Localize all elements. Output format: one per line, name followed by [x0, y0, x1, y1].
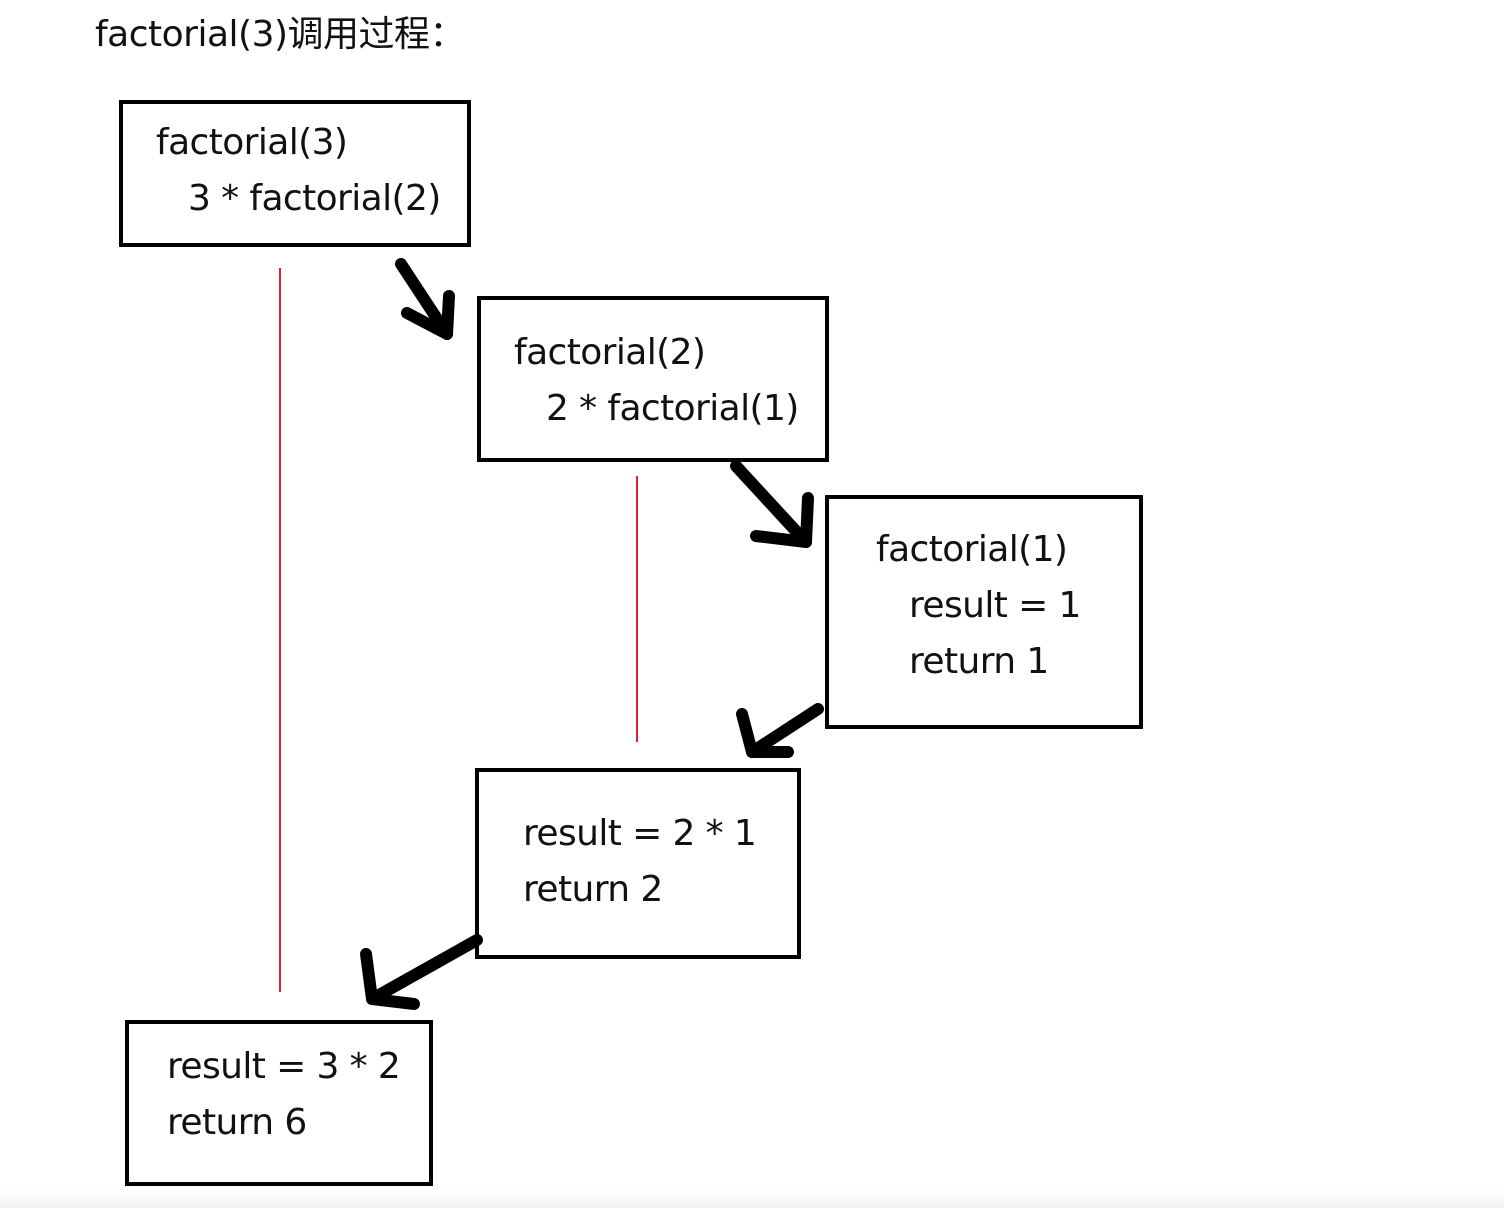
- frame-line: return 1: [909, 641, 1049, 682]
- return-arrow-1-to-2: [736, 703, 824, 758]
- frame-line: factorial(1): [876, 529, 1068, 570]
- call-frame-factorial-3: factorial(3) 3 * factorial(2): [119, 100, 471, 247]
- call-frame-factorial-1: factorial(1) result = 1 return 1: [825, 495, 1143, 729]
- call-arrow-3-to-2: [395, 258, 455, 340]
- frame-line: result = 1: [909, 585, 1081, 626]
- diagram-title: factorial(3)调用过程：: [95, 14, 466, 55]
- frame-line: result = 2 * 1: [523, 813, 757, 854]
- frame-line: 3 * factorial(2): [188, 178, 441, 219]
- bottom-edge-strip: [0, 1190, 1504, 1208]
- call-arrow-2-to-1: [730, 460, 814, 548]
- return-frame-result-2: result = 2 * 1 return 2: [475, 768, 801, 959]
- call-frame-factorial-2: factorial(2) 2 * factorial(1): [477, 296, 829, 462]
- frame-line: result = 3 * 2: [167, 1046, 401, 1087]
- frame-line: factorial(3): [156, 122, 348, 163]
- frame-line: factorial(2): [514, 332, 706, 373]
- frame-line: return 2: [523, 869, 663, 910]
- return-frame-result-6: result = 3 * 2 return 6: [125, 1020, 433, 1186]
- frame-line: 2 * factorial(1): [546, 388, 799, 429]
- return-arrow-2-to-6: [360, 934, 483, 1010]
- frame-line: return 6: [167, 1102, 307, 1143]
